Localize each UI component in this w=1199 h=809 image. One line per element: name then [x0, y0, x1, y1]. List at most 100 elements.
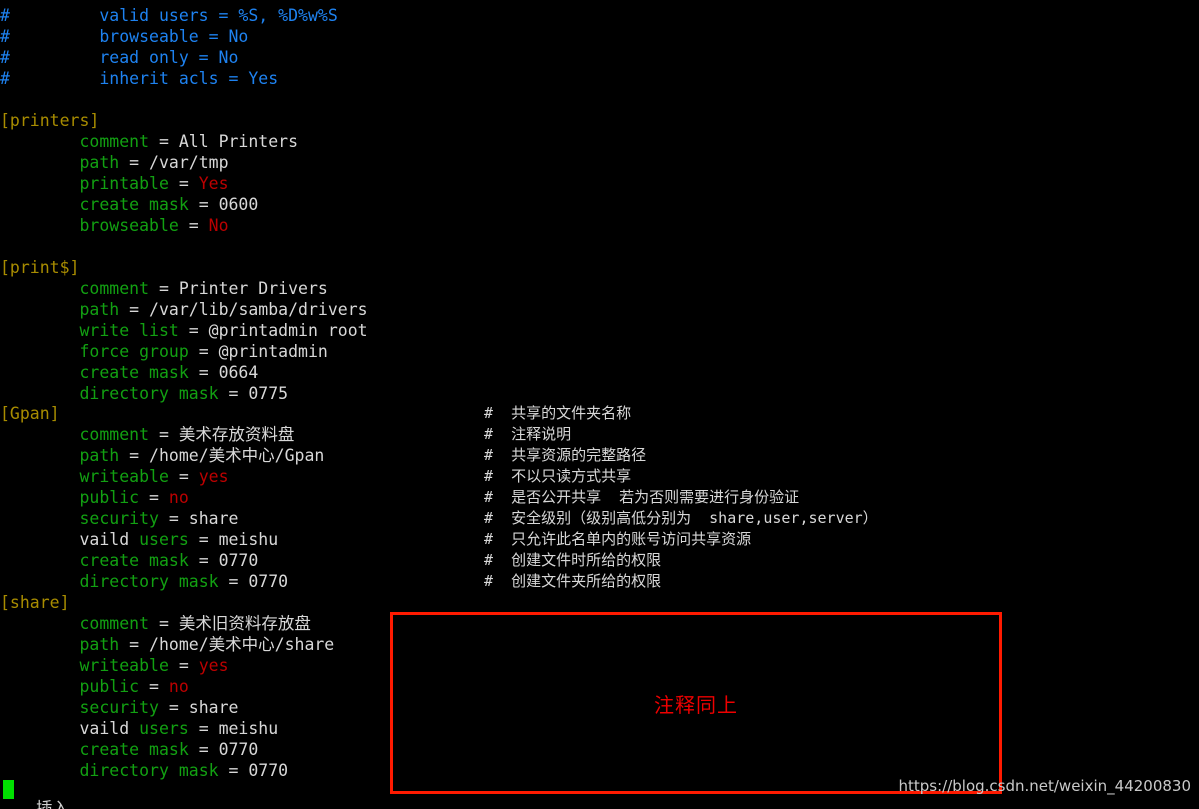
red-callout-box: 注释同上 [390, 612, 1002, 794]
terminal-text-span: = [168, 467, 199, 486]
terminal-text-span: = [168, 656, 199, 675]
terminal-text-span: vaild [79, 719, 140, 738]
terminal-text-span: # [0, 48, 100, 67]
terminal-text-span [0, 342, 79, 361]
terminal-line: comment = All Printers [0, 131, 298, 152]
terminal-text-span [0, 279, 79, 298]
terminal-text-span [0, 509, 79, 528]
terminal-text-span: = 0770 [188, 740, 259, 759]
terminal-text-span: = /var/tmp [119, 153, 229, 172]
terminal-cursor-block [3, 780, 14, 799]
annotation-line: # 注释说明 [484, 425, 572, 443]
terminal-text-span: users [139, 530, 189, 549]
terminal-text-span: path [79, 635, 120, 654]
terminal-text-span [0, 174, 79, 193]
annotation-line: # 只允许此名单内的账号访问共享资源 [484, 530, 752, 548]
terminal-text-span [0, 425, 79, 444]
terminal-line: public = no [0, 676, 189, 697]
terminal-text-span [0, 677, 79, 696]
terminal-line: comment = 美术旧资料存放盘 [0, 613, 310, 634]
terminal-line: [printers] [0, 110, 99, 131]
terminal-text-span: Yes [198, 174, 229, 193]
terminal-line: path = /home/美术中心/Gpan [0, 445, 324, 466]
terminal-text-span [0, 761, 79, 780]
annotation-line: # 共享的文件夹名称 [484, 404, 632, 422]
terminal-line: directory mask = 0770 [0, 571, 288, 592]
terminal-line: writeable = yes [0, 466, 228, 487]
terminal-text-span: path [79, 446, 120, 465]
terminal-text-span [0, 195, 79, 214]
terminal-text-span: = share [158, 698, 239, 717]
terminal-text-span [0, 216, 79, 235]
terminal-text-span [0, 384, 79, 403]
terminal-text-span [0, 740, 79, 759]
terminal-line: path = /var/tmp [0, 152, 229, 173]
terminal-line: # valid users = %S, %D%w%S [0, 5, 338, 26]
terminal-text-span: = 美术存放资料盘 [149, 425, 295, 444]
terminal-text-span: write list [79, 321, 179, 340]
terminal-line: comment = 美术存放资料盘 [0, 424, 294, 445]
terminal-text-span: = /home/美术中心/Gpan [119, 446, 325, 465]
callout-label: 注释同上 [654, 692, 738, 717]
editor-status-line: 插入 [36, 799, 69, 809]
terminal-text-span: = [139, 488, 169, 507]
terminal-text-span: = share [158, 509, 239, 528]
terminal-line: printable = Yes [0, 173, 229, 194]
terminal-line: path = /var/lib/samba/drivers [0, 299, 368, 320]
terminal-text-span: public [79, 488, 140, 507]
terminal-text-span [0, 530, 79, 549]
terminal-text-span: [printers] [0, 111, 100, 130]
terminal-line: create mask = 0770 [0, 550, 258, 571]
terminal-text-span: = 0664 [188, 363, 259, 382]
terminal-text-span [0, 446, 79, 465]
terminal-text-span: = [139, 677, 169, 696]
terminal-text-span: = meishu [188, 719, 279, 738]
terminal-text-span: create mask [79, 551, 189, 570]
terminal-text-span: # [0, 27, 100, 46]
terminal-text-span: = 0770 [218, 761, 289, 780]
terminal-line: vaild users = meishu [0, 718, 278, 739]
terminal-text-span: comment [79, 132, 150, 151]
terminal-text-span: writeable [79, 467, 169, 486]
terminal-text-span: # [0, 6, 100, 25]
terminal-text-span: = 0770 [188, 551, 259, 570]
terminal-line: create mask = 0600 [0, 194, 258, 215]
terminal-line: create mask = 0664 [0, 362, 258, 383]
terminal-text-span: browseable = No [99, 27, 249, 46]
terminal-line: # browseable = No [0, 26, 248, 47]
terminal-text-span: force group [79, 342, 189, 361]
terminal-text-span [0, 363, 79, 382]
terminal-line: security = share [0, 697, 238, 718]
terminal-text-span [0, 698, 79, 717]
terminal-text-span: no [168, 488, 189, 507]
annotation-line: # 共享资源的完整路径 [484, 446, 647, 464]
terminal-line: comment = Printer Drivers [0, 278, 327, 299]
terminal-text-span: users [139, 719, 189, 738]
terminal-text-span [0, 551, 79, 570]
terminal-text-span: = /var/lib/samba/drivers [119, 300, 368, 319]
terminal-text-span [0, 300, 79, 319]
terminal-text-span: [Gpan] [0, 404, 60, 423]
terminal-line: force group = @printadmin [0, 341, 327, 362]
terminal-text-span: create mask [79, 195, 189, 214]
annotation-line: # 创建文件夹所给的权限 [484, 572, 662, 590]
terminal-text-span: inherit acls = Yes [99, 69, 279, 88]
terminal-text-span: comment [79, 425, 150, 444]
terminal-line: path = /home/美术中心/share [0, 634, 334, 655]
terminal-line: vaild users = meishu [0, 529, 278, 550]
terminal-text-span: # [0, 69, 100, 88]
annotation-line: # 安全级别（级别高低分别为 share,user,server） [484, 509, 878, 527]
terminal-text-span [0, 719, 79, 738]
terminal-line: writeable = yes [0, 655, 228, 676]
terminal-text-span [0, 635, 79, 654]
terminal-text-span: no [168, 677, 189, 696]
terminal-text-span: = @printadmin root [178, 321, 368, 340]
terminal-text-span: directory mask [79, 761, 219, 780]
terminal-line: # inherit acls = Yes [0, 68, 278, 89]
terminal-line: create mask = 0770 [0, 739, 258, 760]
terminal-text-span [0, 467, 79, 486]
terminal-line: browseable = No [0, 215, 228, 236]
terminal-text-span [0, 614, 79, 633]
terminal-text-span: = [168, 174, 199, 193]
terminal-line: directory mask = 0775 [0, 383, 288, 404]
